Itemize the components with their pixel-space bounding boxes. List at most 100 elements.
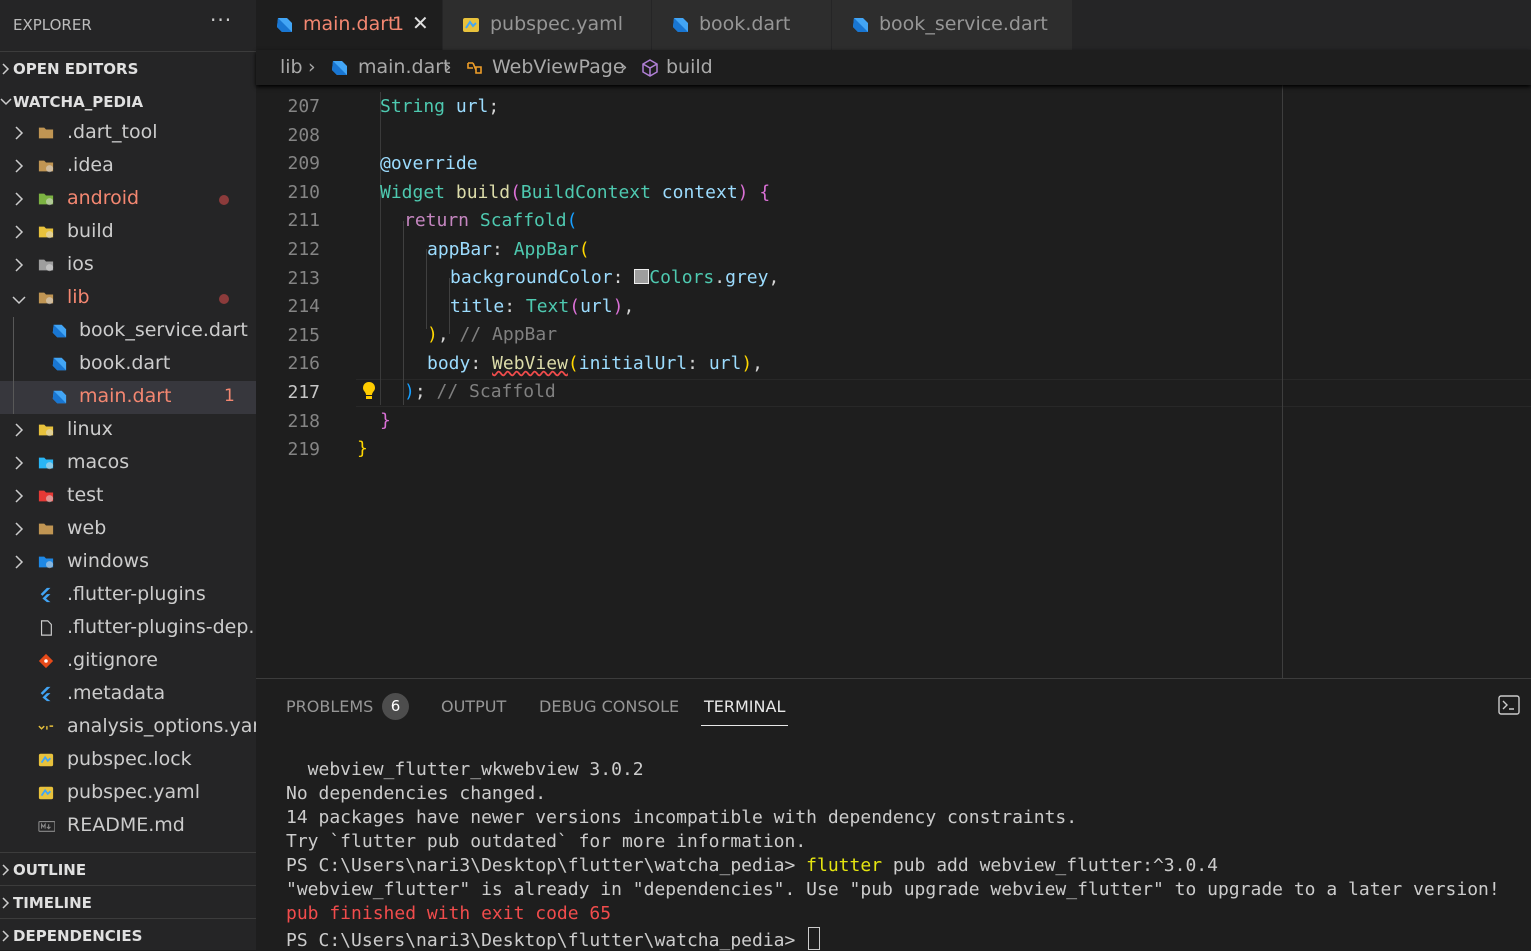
section-open-editors[interactable]: OPEN EDITORS — [0, 51, 256, 84]
tree-item-label: .flutter-plugins — [67, 583, 206, 605]
tree-item[interactable]: README.md — [0, 810, 256, 843]
more-actions-icon[interactable]: ··· — [210, 8, 232, 32]
tree-item[interactable]: android — [0, 183, 256, 216]
tree-item-label: README.md — [67, 814, 185, 836]
code-line: @override — [380, 153, 478, 174]
tree-item-label: .metadata — [67, 682, 166, 704]
section-outline[interactable]: OUTLINE — [0, 852, 256, 885]
dart-icon — [52, 324, 67, 338]
dart-icon — [853, 18, 868, 32]
dart-icon — [673, 18, 688, 32]
dart-icon — [52, 390, 67, 404]
tree-item[interactable]: macos — [0, 447, 256, 480]
bottom-panel: PROBLEMS 6 OUTPUT DEBUG CONSOLE TERMINAL… — [256, 678, 1531, 951]
tree-item[interactable]: .metadata — [0, 678, 256, 711]
terminal-line: Try `flutter pub outdated` for more info… — [286, 831, 807, 852]
tree-item-label: analysis_options.yaml — [67, 715, 277, 737]
tree-item[interactable]: .flutter-plugins — [0, 579, 256, 612]
explorer-sidebar: EXPLORER ··· OPEN EDITORS WATCHA_PEDIA .… — [0, 0, 276, 951]
tab-output[interactable]: OUTPUT — [441, 697, 506, 716]
error-count-badge: 1 — [224, 386, 235, 406]
code-editor[interactable]: 207 208 209 210 211 212 213 214 215 216 217 218 219 … — [256, 85, 1531, 678]
chevron-right-icon — [2, 930, 10, 942]
tab-book-dart[interactable]: book.dart — [652, 0, 832, 50]
dart-icon — [332, 61, 347, 75]
tree-item[interactable]: .flutter-plugins-dep... — [0, 612, 267, 645]
terminal-line: 14 packages have newer versions incompat… — [286, 807, 1078, 828]
tree-item-label: lib — [67, 286, 90, 308]
code-line: body: WebView(initialUrl: url), — [427, 353, 764, 374]
modified-dot — [219, 195, 229, 205]
chevron-right-icon — [2, 63, 10, 75]
color-swatch[interactable] — [634, 269, 650, 284]
section-project[interactable]: WATCHA_PEDIA — [0, 85, 256, 118]
section-label: TIMELINE — [13, 894, 92, 912]
breadcrumb-item[interactable]: WebViewPage — [492, 56, 625, 78]
modified-dot — [219, 294, 229, 304]
dart-icon — [52, 357, 67, 371]
tree-item[interactable]: pubspec.yaml — [0, 777, 256, 810]
code-line: String url; — [380, 96, 500, 117]
tab-main-dart[interactable]: main.dart 1 ✕ — [256, 0, 443, 50]
indent-guide — [426, 249, 427, 329]
section-label: WATCHA_PEDIA — [13, 93, 144, 111]
tree-item[interactable]: linux — [0, 414, 256, 447]
chevron-right-icon: › — [308, 56, 316, 78]
tab-terminal[interactable]: TERMINAL — [700, 697, 789, 726]
tree-item[interactable]: test — [0, 480, 256, 513]
tree-item[interactable]: lib — [0, 282, 256, 315]
tree-item-label: windows — [67, 550, 149, 572]
tree-item[interactable]: book_service.dart — [0, 315, 256, 348]
flutter-icon — [40, 587, 51, 603]
tree-item[interactable]: .gitignore — [0, 645, 256, 678]
tab-pubspec-yaml[interactable]: pubspec.yaml — [443, 0, 652, 50]
tree-item[interactable]: main.dart 1 — [0, 381, 256, 414]
chevron-right-icon: › — [444, 56, 452, 78]
section-timeline[interactable]: TIMELINE — [0, 885, 256, 918]
tree-item[interactable]: build — [0, 216, 256, 249]
web-folder-icon — [38, 523, 54, 535]
section-dependencies[interactable]: DEPENDENCIES — [0, 918, 256, 951]
terminal-icon[interactable] — [1498, 695, 1520, 715]
tree-item[interactable]: ios — [0, 249, 256, 282]
tab-debug-console[interactable]: DEBUG CONSOLE — [539, 697, 679, 716]
chevron-right-icon — [15, 456, 24, 470]
tree-item-label: ios — [67, 253, 94, 275]
line-number: 215 — [287, 324, 320, 346]
tree-item-label: web — [67, 517, 107, 539]
tree-item[interactable]: .dart_tool — [0, 117, 256, 150]
tab-book-service-dart[interactable]: book_service.dart — [832, 0, 1073, 50]
tree-item-label: .idea — [67, 154, 114, 176]
tree-item[interactable]: windows — [0, 546, 256, 579]
tree-item-label: book_service.dart — [79, 319, 248, 341]
code-line: title: Text(url), — [450, 296, 635, 317]
chevron-right-icon: › — [620, 56, 628, 78]
tree-item-label: macos — [67, 451, 130, 473]
ios-folder-icon — [38, 259, 54, 272]
terminal-line[interactable]: PS C:\Users\nari3\Desktop\flutter\watcha… — [286, 927, 821, 951]
section-label: OUTLINE — [13, 861, 87, 879]
breadcrumb-item[interactable]: main.dart — [358, 56, 450, 78]
line-number: 210 — [287, 181, 320, 203]
tree-item[interactable]: pubspec.lock — [0, 744, 256, 777]
chevron-right-icon — [15, 522, 24, 536]
tree-item[interactable]: book.dart — [0, 348, 256, 381]
chevron-right-icon — [2, 864, 10, 876]
yaml-icon — [38, 725, 54, 730]
line-number: 219 — [287, 439, 320, 461]
explorer-header: EXPLORER ··· — [0, 0, 256, 50]
lightbulb-icon[interactable] — [362, 381, 376, 401]
tree-item[interactable]: web — [0, 513, 256, 546]
tree-item[interactable]: analysis_options.yaml — [0, 711, 276, 744]
breadcrumb-item[interactable]: lib — [280, 56, 303, 78]
chevron-right-icon — [15, 159, 24, 173]
chevron-right-icon — [15, 423, 24, 437]
tree-item-label: book.dart — [79, 352, 171, 374]
close-icon[interactable]: ✕ — [412, 11, 429, 35]
pubspec-icon — [38, 753, 54, 767]
problems-count-badge: 6 — [382, 693, 409, 720]
tree-item[interactable]: .idea — [0, 150, 256, 183]
line-number: 212 — [287, 239, 320, 260]
breadcrumb-item[interactable]: build — [666, 56, 713, 78]
tab-problems[interactable]: PROBLEMS — [286, 697, 373, 716]
